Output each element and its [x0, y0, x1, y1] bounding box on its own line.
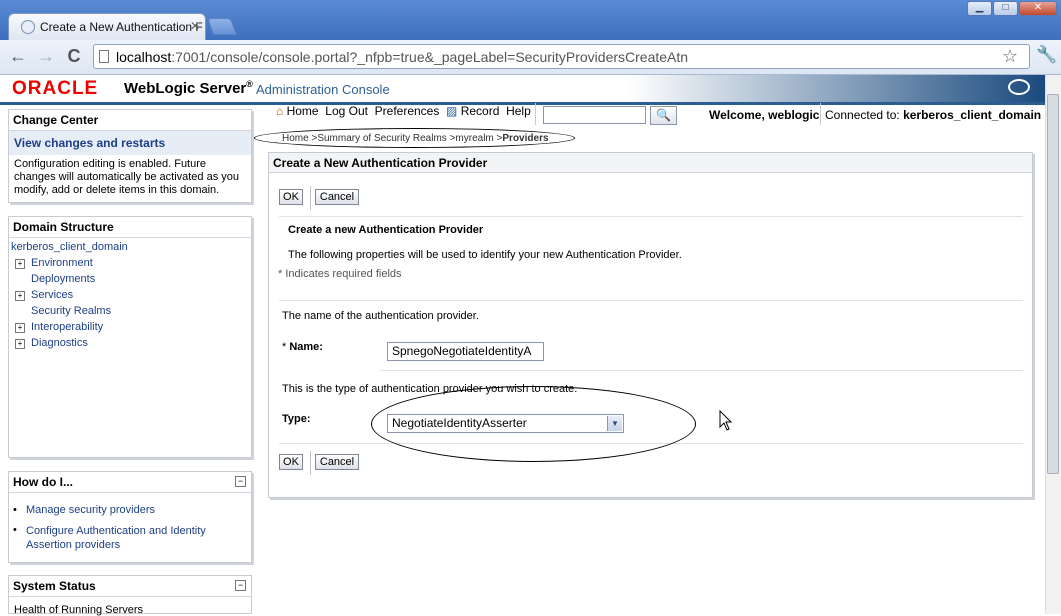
- logout-link[interactable]: Log Out: [325, 104, 368, 118]
- page-favicon-icon: [21, 20, 35, 34]
- console-top-nav: ⌂ Home Log Out Preferences ▨ Record Help: [276, 104, 531, 118]
- oracle-logo: ORACLE: [12, 78, 99, 99]
- expand-plus-icon[interactable]: +: [15, 291, 25, 301]
- bullet-icon: •: [13, 504, 17, 516]
- bullet-icon: •: [13, 524, 17, 536]
- expand-plus-icon[interactable]: +: [15, 259, 25, 269]
- nav-divider: [535, 103, 536, 125]
- name-description: The name of the authentication provider.: [282, 310, 479, 322]
- system-status-panel: System Status − Health of Running Server…: [8, 575, 252, 616]
- product-name: WebLogic Server®: [124, 79, 253, 97]
- oracle-o-icon: [1008, 79, 1030, 95]
- divider: [380, 370, 1023, 371]
- reload-button[interactable]: C: [63, 45, 85, 67]
- page-icon: [99, 50, 109, 63]
- preferences-link[interactable]: Preferences: [375, 104, 440, 118]
- manage-providers-link[interactable]: Manage security providers: [26, 504, 155, 516]
- home-link[interactable]: Home: [287, 104, 319, 118]
- system-status-title: System Status: [9, 576, 251, 597]
- close-window-button[interactable]: ✕: [1019, 1, 1057, 16]
- required-note: * Indicates required fields: [278, 268, 402, 280]
- form-heading: Create a new Authentication Provider: [288, 224, 484, 236]
- record-link[interactable]: Record: [461, 104, 500, 118]
- welcome-text: Welcome, weblogic: [709, 108, 820, 122]
- breadcrumb-highlight-ellipse: [254, 128, 575, 148]
- console-header: ORACLE WebLogic Server® Administration C…: [0, 75, 1045, 105]
- domain-structure-panel: Domain Structure kerberos_client_domain …: [8, 216, 252, 458]
- mouse-cursor-icon: [719, 410, 733, 431]
- tree-item-services[interactable]: Services: [31, 289, 73, 301]
- bookmark-star-icon[interactable]: ☆: [1002, 46, 1018, 67]
- nav-divider: [820, 103, 821, 125]
- search-icon: 🔍: [656, 108, 671, 122]
- maximize-button[interactable]: □: [993, 1, 1018, 16]
- domain-link[interactable]: kerberos_client_domain: [11, 241, 128, 253]
- wrench-menu-icon[interactable]: 🔧: [1036, 45, 1057, 65]
- tree-item-security-realms[interactable]: Security Realms: [31, 305, 111, 317]
- record-icon: ▨: [446, 104, 458, 118]
- back-button[interactable]: ←: [7, 45, 29, 67]
- form-intro: The following properties will be used to…: [288, 249, 682, 261]
- button-divider: [310, 186, 311, 210]
- type-label: Type:: [282, 413, 311, 425]
- expand-plus-icon[interactable]: +: [15, 323, 25, 333]
- forward-button[interactable]: →: [35, 45, 57, 67]
- help-link[interactable]: Help: [506, 104, 531, 118]
- connected-text: Connected to: kerberos_client_domain: [825, 108, 1042, 122]
- search-input[interactable]: [543, 106, 646, 124]
- tree-item-interoperability[interactable]: Interoperability: [31, 321, 103, 333]
- change-center-text: Configuration editing is enabled. Future…: [14, 158, 240, 196]
- browser-tab[interactable]: Create a New Authentication F ✕: [8, 13, 206, 40]
- tree-item-environment[interactable]: Environment: [31, 257, 93, 269]
- how-do-i-panel: How do I... − • Manage security provider…: [8, 471, 252, 563]
- cancel-button[interactable]: Cancel: [315, 454, 359, 470]
- type-highlight-ellipse: [371, 386, 696, 462]
- configure-providers-link[interactable]: Configure Authentication and Identity As…: [26, 524, 236, 552]
- tab-title: Create a New Authentication F: [40, 20, 203, 34]
- divider: [279, 300, 1023, 301]
- ok-button[interactable]: OK: [279, 189, 303, 205]
- search-button[interactable]: 🔍: [650, 106, 677, 125]
- scrollbar-thumb[interactable]: [1047, 94, 1059, 474]
- domain-structure-title: Domain Structure: [9, 217, 251, 238]
- health-label: Health of Running Servers: [14, 604, 144, 616]
- address-bar[interactable]: localhost:7001/console/console.portal?_n…: [93, 44, 1030, 69]
- name-label: * Name:: [282, 341, 323, 353]
- name-input[interactable]: SpnegoNegotiateIdentityA: [387, 342, 544, 361]
- ok-button[interactable]: OK: [279, 454, 303, 470]
- expand-plus-icon[interactable]: +: [15, 339, 25, 349]
- change-center-title: Change Center: [9, 110, 251, 131]
- tree-item-deployments[interactable]: Deployments: [31, 273, 95, 285]
- view-changes-link[interactable]: View changes and restarts: [9, 131, 251, 155]
- how-do-i-title: How do I...: [9, 472, 251, 493]
- change-center-panel: Change Center View changes and restarts …: [8, 109, 252, 203]
- tree-item-diagnostics[interactable]: Diagnostics: [31, 337, 88, 349]
- console-name: Administration Console: [256, 82, 390, 97]
- home-icon: ⌂: [276, 104, 284, 118]
- browser-toolbar: ← → C localhost:7001/console/console.por…: [0, 40, 1061, 75]
- tab-close-icon[interactable]: ✕: [190, 19, 200, 33]
- collapse-icon[interactable]: −: [235, 580, 246, 591]
- cancel-button[interactable]: Cancel: [315, 189, 359, 205]
- url-text: localhost:7001/console/console.portal?_n…: [116, 49, 689, 65]
- minimize-button[interactable]: ▁: [967, 1, 992, 16]
- collapse-icon[interactable]: −: [235, 476, 246, 487]
- divider: [279, 216, 1023, 217]
- button-divider: [310, 451, 311, 475]
- panel-title: Create a New Authentication Provider: [269, 153, 1032, 173]
